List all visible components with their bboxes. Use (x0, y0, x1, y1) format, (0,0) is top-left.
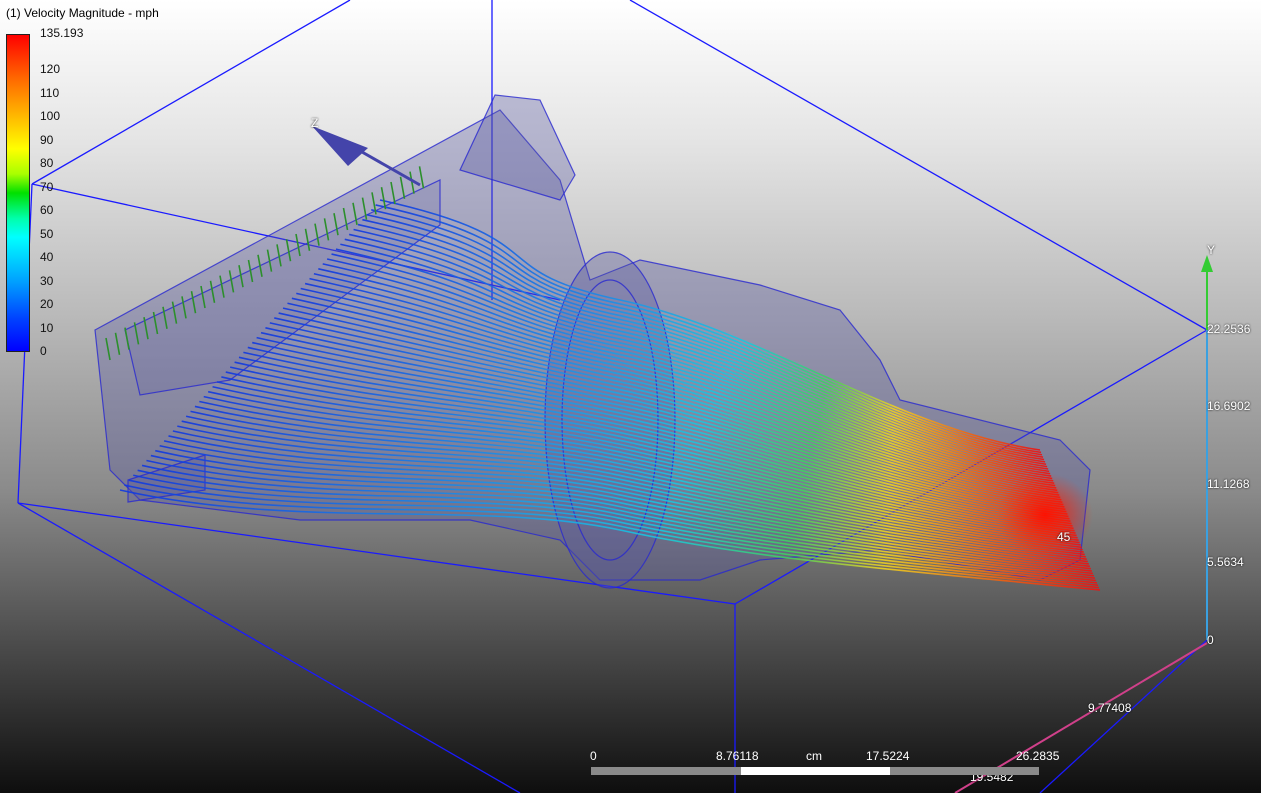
legend-tick: 80 (40, 156, 54, 170)
legend-tick: 50 (40, 226, 54, 241)
scale-bar-segment-1 (591, 767, 741, 775)
legend-tick: 90 (40, 132, 54, 147)
scale-unit: cm (806, 749, 822, 763)
cfd-viewport[interactable]: (1) Velocity Magnitude - mph 135.193 120… (0, 0, 1261, 793)
scale-label-0: 0 (590, 749, 597, 763)
legend-tick: 60 (40, 203, 54, 217)
y-tick-0: 22.2536 (1207, 322, 1251, 336)
flow-visualization (17, 0, 1213, 793)
legend-tick: 30 (40, 273, 54, 288)
z-axis-arrow (312, 126, 421, 187)
legend-tick: 20 (40, 297, 54, 311)
y-tick-3: 5.5634 (1207, 555, 1244, 569)
legend-title: (1) Velocity Magnitude - mph (6, 6, 159, 20)
velocity-peak (997, 473, 1093, 557)
legend-max-label: 135.193 (40, 26, 84, 40)
scale-bar-segment-3 (890, 767, 1039, 775)
legend-tick: 40 (40, 250, 54, 264)
legend-tick: 0 (40, 344, 47, 358)
scale-bar-segment-2 (741, 767, 890, 775)
scale-label-3: 26.2835 (1016, 749, 1060, 763)
y-axis-label: Y (1207, 243, 1216, 257)
legend-tick: 10 (40, 320, 54, 335)
legend-color-bar (6, 34, 30, 352)
y-tick-4: 0 (1207, 633, 1214, 647)
x-tick-0: 9.77408 (1088, 701, 1132, 715)
legend-tick: 110 (40, 85, 60, 100)
legend-tick: 120 (40, 62, 61, 76)
z-axis-label: Z (311, 116, 319, 130)
y-axis (1201, 255, 1213, 640)
scale-label-2: 17.5224 (866, 749, 910, 763)
partial-label: 45 (1057, 530, 1071, 544)
y-tick-2: 11.1268 (1207, 477, 1250, 491)
y-tick-1: 16.6902 (1207, 399, 1251, 413)
legend-tick: 70 (40, 179, 54, 194)
scale-label-1: 8.76118 (716, 749, 759, 763)
legend-tick: 100 (40, 109, 61, 123)
